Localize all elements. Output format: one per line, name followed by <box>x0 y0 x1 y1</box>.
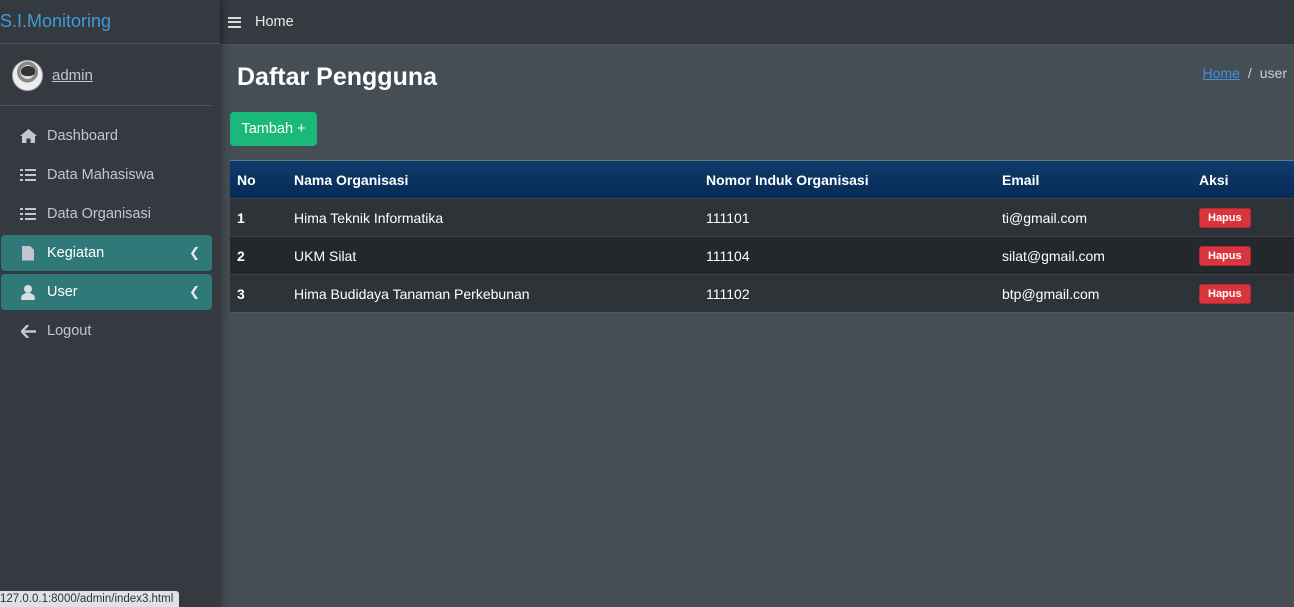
cell-nomor: 111101 <box>706 209 750 226</box>
menu-toggle-icon[interactable] <box>228 16 241 28</box>
cell-aksi: Hapus <box>1199 237 1294 275</box>
table-row: 1 Hima Teknik Informatika 111101 ti@gmai… <box>230 198 1294 237</box>
sidebar-item-label: Kegiatan <box>47 245 105 261</box>
sidebar-item-label: User <box>47 284 78 300</box>
cell-nama: UKM Silat <box>294 247 357 264</box>
sidebar-item-logout[interactable]: Logout <box>1 313 212 349</box>
sidebar-item-user[interactable]: User ❮ <box>1 274 212 310</box>
chevron-left-icon: ❮ <box>189 284 200 299</box>
column-header-aksi: Aksi <box>1199 160 1294 199</box>
delete-button[interactable]: Hapus <box>1199 283 1251 304</box>
cell-nomor: 111104 <box>706 247 750 264</box>
sidebar-item-data-organisasi[interactable]: Data Organisasi <box>1 196 212 232</box>
home-icon <box>19 129 37 143</box>
brand-link[interactable]: S.I.Monitoring <box>0 0 220 44</box>
table-header-row: No Nama Organisasi Nomor Induk Organisas… <box>230 160 1294 199</box>
sidebar-item-data-mahasiswa[interactable]: Data Mahasiswa <box>1 157 212 193</box>
cell-aksi: Hapus <box>1199 199 1294 237</box>
breadcrumb: Home / user <box>1203 65 1287 81</box>
cell-no: 3 <box>237 285 245 302</box>
delete-button[interactable]: Hapus <box>1199 245 1251 266</box>
sidebar-item-dashboard[interactable]: Dashboard <box>1 118 212 154</box>
column-header-no: No <box>230 160 294 199</box>
sidebar-item-label: Data Organisasi <box>47 206 151 222</box>
sidebar-item-label: Logout <box>47 323 92 339</box>
list-icon <box>19 207 37 221</box>
sidebar-nav: Dashboard Data Mahasiswa Data Organisasi… <box>0 106 220 349</box>
sidebar-item-label: Data Mahasiswa <box>47 167 155 183</box>
sidebar-item-kegiatan[interactable]: Kegiatan ❮ <box>1 235 212 271</box>
page-title: Daftar Pengguna <box>237 63 438 91</box>
breadcrumb-home-link[interactable]: Home <box>1203 65 1240 81</box>
cell-no: 1 <box>237 209 245 226</box>
cell-nomor: 111102 <box>706 285 750 302</box>
list-icon <box>19 168 37 182</box>
status-bar-url: 127.0.0.1:8000/admin/index3.html <box>0 591 180 607</box>
cell-email: ti@gmail.com <box>1002 209 1088 226</box>
column-header-nomor: Nomor Induk Organisasi <box>706 160 1002 199</box>
user-name-link[interactable]: admin <box>52 67 93 84</box>
delete-button[interactable]: Hapus <box>1199 207 1251 228</box>
sidebar: S.I.Monitoring admin Dashboard Data Maha… <box>0 0 220 607</box>
cell-nama: Hima Budidaya Tanaman Perkebunan <box>294 285 530 302</box>
add-button[interactable]: Tambah + <box>230 112 317 146</box>
chevron-left-icon: ❮ <box>189 245 200 260</box>
cell-no: 2 <box>237 247 245 264</box>
cell-aksi: Hapus <box>1199 275 1294 313</box>
cell-email: btp@gmail.com <box>1002 285 1100 302</box>
breadcrumb-current: user <box>1259 65 1287 81</box>
cell-nama: Hima Teknik Informatika <box>294 209 444 226</box>
sidebar-item-label: Dashboard <box>47 128 118 144</box>
user-table: No Nama Organisasi Nomor Induk Organisas… <box>230 160 1294 313</box>
column-header-nama: Nama Organisasi <box>294 160 706 199</box>
user-panel: admin <box>0 44 212 106</box>
table-row: 2 UKM Silat 111104 silat@gmail.com Hapus <box>230 236 1294 275</box>
nav-home-link[interactable]: Home <box>255 14 294 30</box>
cell-email: silat@gmail.com <box>1002 247 1105 264</box>
arrow-left-icon <box>19 324 37 338</box>
user-icon <box>19 284 37 300</box>
breadcrumb-separator: / <box>1247 65 1252 81</box>
avatar[interactable] <box>12 60 43 91</box>
table-row: 3 Hima Budidaya Tanaman Perkebunan 11110… <box>230 274 1294 313</box>
column-header-email: Email <box>1002 160 1199 199</box>
top-navbar: Home <box>220 0 1294 45</box>
file-icon <box>19 245 37 261</box>
